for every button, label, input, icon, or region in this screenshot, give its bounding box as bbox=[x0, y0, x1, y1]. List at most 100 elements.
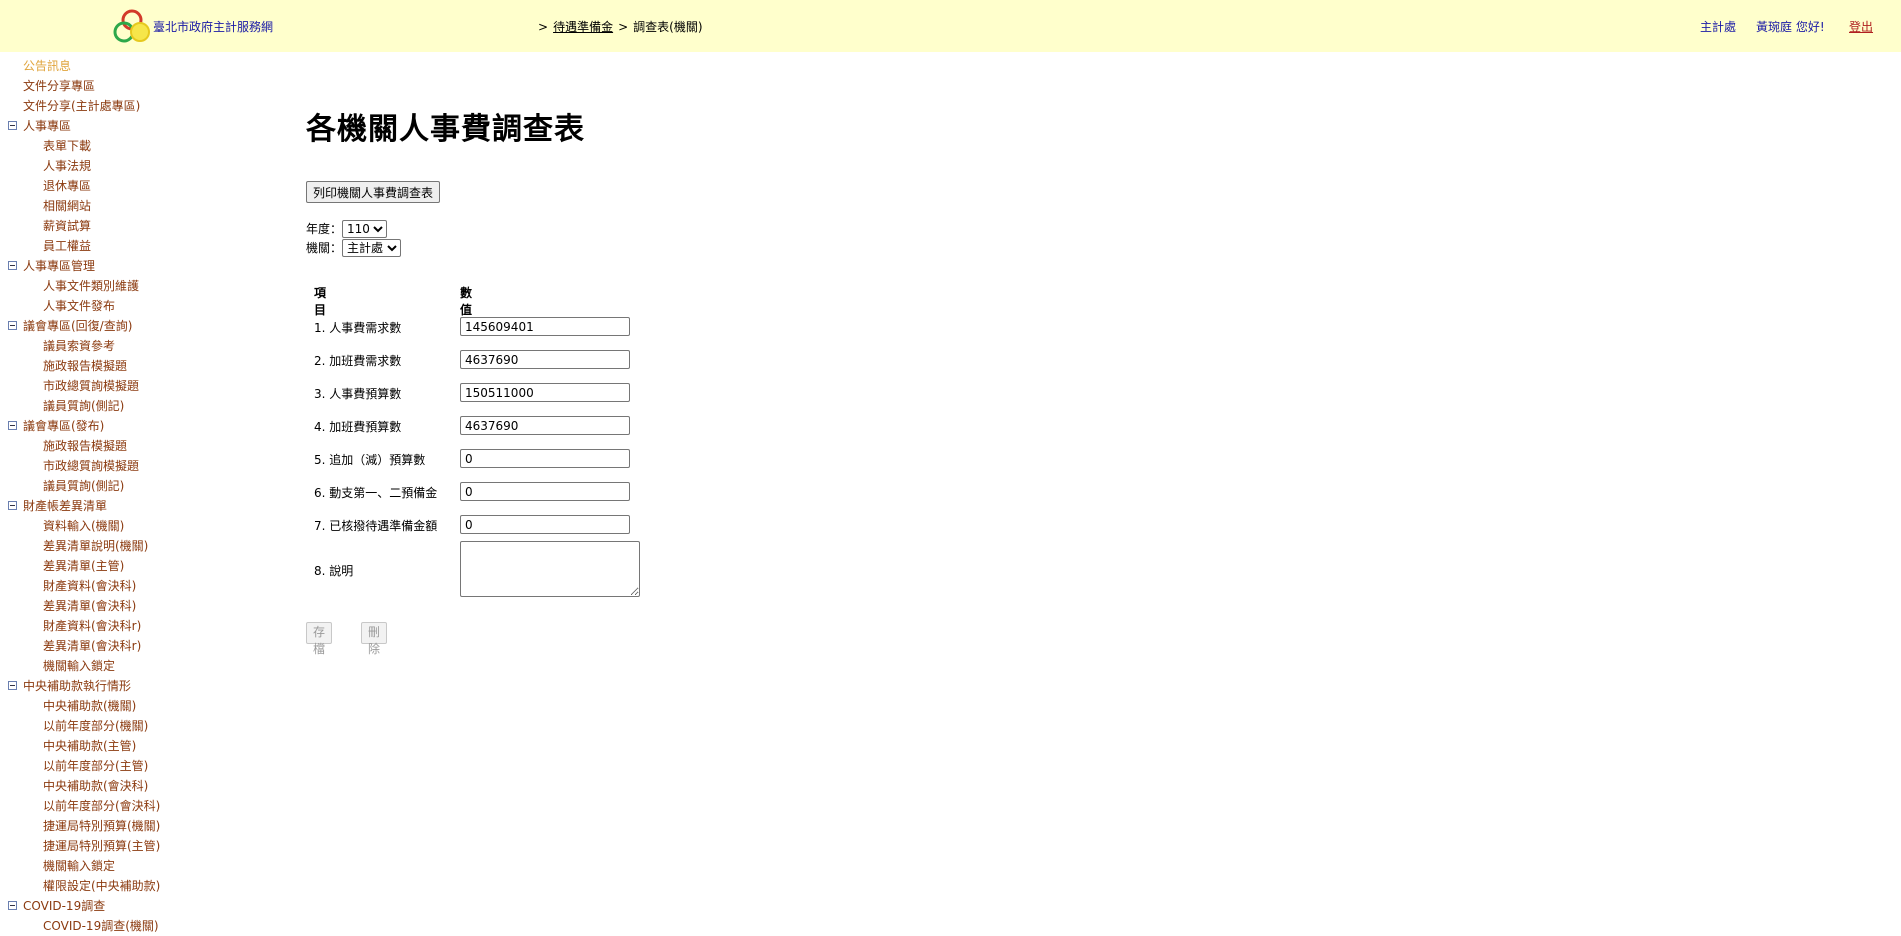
sidebar-item[interactable]: 文件分享專區 bbox=[0, 76, 280, 96]
sidebar-item[interactable]: 差異清單說明(機關) bbox=[0, 536, 280, 556]
sidebar-item-label[interactable]: 議員質詢(側記) bbox=[43, 476, 124, 496]
sidebar-item-label[interactable]: 權限設定(中央補助款) bbox=[43, 876, 160, 896]
sidebar-item[interactable]: 以前年度部分(機關) bbox=[0, 716, 280, 736]
sidebar-item[interactable]: COVID-19調查(機關) bbox=[0, 916, 280, 936]
sidebar-item[interactable]: 表單下載 bbox=[0, 136, 280, 156]
sidebar-item-label[interactable]: 人事法規 bbox=[43, 156, 91, 176]
sidebar-item-label[interactable]: 薪資試算 bbox=[43, 216, 91, 236]
sidebar-item[interactable]: 資料輸入(機關) bbox=[0, 516, 280, 536]
sidebar-item[interactable]: 差異清單(主管) bbox=[0, 556, 280, 576]
row-value-input[interactable] bbox=[460, 317, 630, 336]
collapse-toggle-icon[interactable] bbox=[8, 321, 17, 330]
sidebar-item[interactable]: 退休專區 bbox=[0, 176, 280, 196]
sidebar-item-label[interactable]: 財產帳差異清單 bbox=[23, 496, 107, 516]
sidebar-item-label[interactable]: 人事文件發布 bbox=[43, 296, 115, 316]
sidebar-item[interactable]: 施政報告模擬題 bbox=[0, 436, 280, 456]
sidebar-item-label[interactable]: 財產資料(會決科) bbox=[43, 576, 136, 596]
collapse-toggle-icon[interactable] bbox=[8, 901, 17, 910]
sidebar-item[interactable]: 人事專區管理 bbox=[0, 256, 280, 276]
sidebar-item-label[interactable]: 以前年度部分(機關) bbox=[43, 716, 148, 736]
sidebar-item-label[interactable]: 退休專區 bbox=[43, 176, 91, 196]
sidebar-item-label[interactable]: 議員索資參考 bbox=[43, 336, 115, 356]
sidebar-item-label[interactable]: 差異清單說明(機關) bbox=[43, 536, 148, 556]
sidebar-item[interactable]: 議員索資參考 bbox=[0, 336, 280, 356]
sidebar-item[interactable]: 機關輸入鎖定 bbox=[0, 656, 280, 676]
sidebar-item[interactable]: 權限設定(中央補助款) bbox=[0, 876, 280, 896]
sidebar-item-label[interactable]: 施政報告模擬題 bbox=[43, 436, 127, 456]
row-value-input[interactable] bbox=[460, 383, 630, 402]
sidebar-item-label[interactable]: 人事專區管理 bbox=[23, 256, 95, 276]
row-value-input[interactable] bbox=[460, 416, 630, 435]
org-link[interactable]: 主計處 bbox=[1700, 18, 1736, 35]
sidebar-item[interactable]: 相關網站 bbox=[0, 196, 280, 216]
collapse-toggle-icon[interactable] bbox=[8, 121, 17, 130]
sidebar-item[interactable]: 議會專區(回復/查詢) bbox=[0, 316, 280, 336]
sidebar-item-label[interactable]: 人事文件類別維護 bbox=[43, 276, 139, 296]
sidebar-item-label[interactable]: 以前年度部分(會決科) bbox=[43, 796, 160, 816]
sidebar-item-label[interactable]: 中央補助款(會決科) bbox=[43, 776, 148, 796]
sidebar-item[interactable]: 薪資試算 bbox=[0, 216, 280, 236]
sidebar-item[interactable]: 員工權益 bbox=[0, 236, 280, 256]
sidebar-item[interactable]: 人事文件發布 bbox=[0, 296, 280, 316]
sidebar-item-label[interactable]: 差異清單(主管) bbox=[43, 556, 124, 576]
sidebar-item-label[interactable]: COVID-19調查(機關) bbox=[43, 916, 159, 936]
sidebar-item[interactable]: 文件分享(主計處專區) bbox=[0, 96, 280, 116]
sidebar-item-label[interactable]: 資料輸入(機關) bbox=[43, 516, 124, 536]
sidebar-item[interactable]: 議員質詢(側記) bbox=[0, 476, 280, 496]
print-survey-button[interactable]: 列印機關人事費調查表 bbox=[306, 181, 441, 203]
sidebar-item-label[interactable]: 人事專區 bbox=[23, 116, 71, 136]
sidebar-item[interactable]: 市政總質詢模擬題 bbox=[0, 376, 280, 396]
sidebar-item[interactable]: 以前年度部分(會決科) bbox=[0, 796, 280, 816]
sidebar-item[interactable]: 施政報告模擬題 bbox=[0, 356, 280, 376]
row-value-input[interactable] bbox=[460, 482, 630, 501]
sidebar-item[interactable]: 財產資料(會決科) bbox=[0, 576, 280, 596]
sidebar-item-label[interactable]: 中央補助款(主管) bbox=[43, 736, 136, 756]
breadcrumb-link-reserve[interactable]: 待遇準備金 bbox=[553, 20, 613, 34]
delete-button[interactable]: 刪除 bbox=[361, 622, 388, 656]
year-select[interactable]: 110 bbox=[342, 220, 388, 238]
sidebar-item[interactable]: 財產帳差異清單 bbox=[0, 496, 280, 516]
sidebar-item-label[interactable]: 捷運局特別預算(機關) bbox=[43, 816, 160, 836]
sidebar-item[interactable]: 議會專區(發布) bbox=[0, 416, 280, 436]
sidebar-item[interactable]: 財產資料(會決科r) bbox=[0, 616, 280, 636]
note-textarea[interactable] bbox=[460, 541, 640, 597]
sidebar-item-label[interactable]: 員工權益 bbox=[43, 236, 91, 256]
sidebar-item[interactable]: 中央補助款(會決科) bbox=[0, 776, 280, 796]
sidebar-item-label[interactable]: 財產資料(會決科r) bbox=[43, 616, 141, 636]
sidebar-item[interactable]: 捷運局特別預算(機關) bbox=[0, 816, 280, 836]
sidebar-item-label[interactable]: 議員質詢(側記) bbox=[43, 396, 124, 416]
sidebar-item-label[interactable]: 表單下載 bbox=[43, 136, 91, 156]
logout-link[interactable]: 登出 bbox=[1849, 18, 1873, 35]
sidebar-item-label[interactable]: 市政總質詢模擬題 bbox=[43, 456, 139, 476]
sidebar-item-label[interactable]: 議會專區(回復/查詢) bbox=[23, 316, 132, 336]
sidebar-item-label[interactable]: 議會專區(發布) bbox=[23, 416, 104, 436]
sidebar-item[interactable]: 市政總質詢模擬題 bbox=[0, 456, 280, 476]
row-value-input[interactable] bbox=[460, 515, 630, 534]
agency-select[interactable]: 主計處 bbox=[342, 239, 402, 257]
collapse-toggle-icon[interactable] bbox=[8, 501, 17, 510]
sidebar-item-label[interactable]: 中央補助款(機關) bbox=[43, 696, 136, 716]
sidebar-item[interactable]: 以前年度部分(主管) bbox=[0, 756, 280, 776]
sidebar-item-label[interactable]: 文件分享專區 bbox=[23, 76, 95, 96]
save-button[interactable]: 存檔 bbox=[306, 622, 333, 656]
sidebar-item-label[interactable]: 文件分享(主計處專區) bbox=[23, 96, 140, 116]
sidebar-item[interactable]: 人事文件類別維護 bbox=[0, 276, 280, 296]
site-title[interactable]: 臺北市政府主計服務網 bbox=[153, 18, 273, 35]
sidebar-item-label[interactable]: 差異清單(會決科r) bbox=[43, 636, 141, 656]
collapse-toggle-icon[interactable] bbox=[8, 681, 17, 690]
sidebar-item-label[interactable]: COVID-19調查 bbox=[23, 896, 105, 916]
sidebar-item-label[interactable]: 中央補助款執行情形 bbox=[23, 676, 131, 696]
sidebar-item-label[interactable]: 機關輸入鎖定 bbox=[43, 656, 115, 676]
sidebar-item[interactable]: 差異清單(會決科r) bbox=[0, 636, 280, 656]
row-value-input[interactable] bbox=[460, 350, 630, 369]
sidebar-item-label[interactable]: 相關網站 bbox=[43, 196, 91, 216]
sidebar-item-label[interactable]: 公告訊息 bbox=[23, 56, 71, 76]
sidebar-item[interactable]: 中央補助款(主管) bbox=[0, 736, 280, 756]
sidebar-item-label[interactable]: 市政總質詢模擬題 bbox=[43, 376, 139, 396]
sidebar-item[interactable]: 人事法規 bbox=[0, 156, 280, 176]
row-value-input[interactable] bbox=[460, 449, 630, 468]
sidebar-item-label[interactable]: 以前年度部分(主管) bbox=[43, 756, 148, 776]
sidebar-item-label[interactable]: 捷運局特別預算(主管) bbox=[43, 836, 160, 856]
sidebar-item-label[interactable]: 施政報告模擬題 bbox=[43, 356, 127, 376]
sidebar-item[interactable]: 人事專區 bbox=[0, 116, 280, 136]
